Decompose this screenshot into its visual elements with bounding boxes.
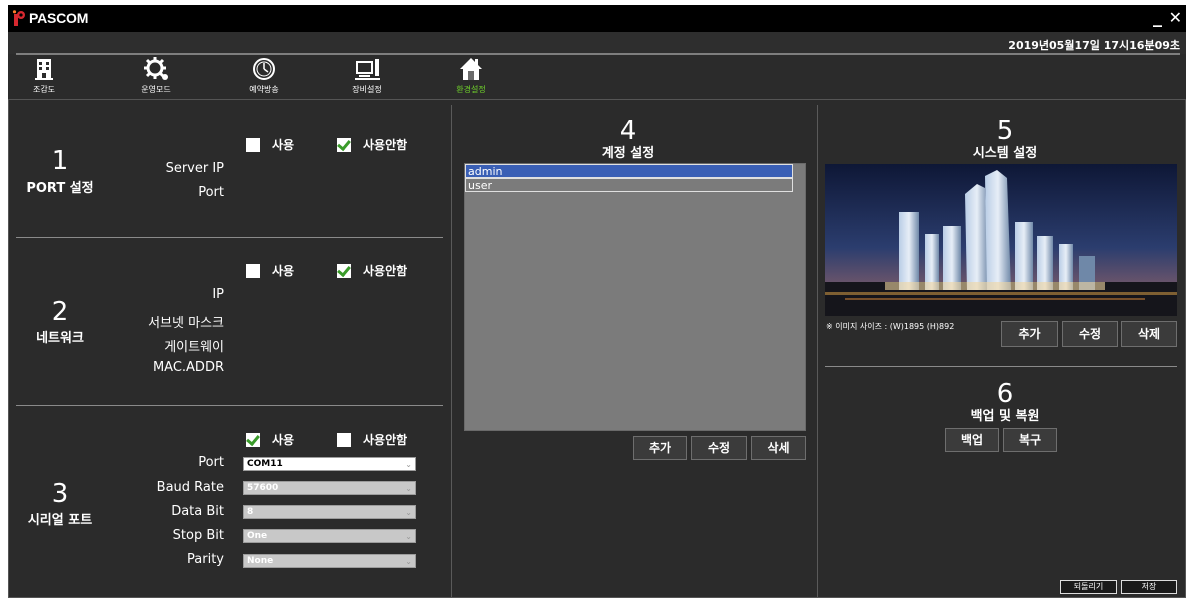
restore-button[interactable]: 복구	[1003, 428, 1057, 452]
gear-icon	[144, 57, 168, 80]
port-select[interactable]: COM11 ⌄	[243, 457, 416, 471]
select-value: COM11	[247, 459, 283, 469]
select-value: One	[247, 531, 268, 541]
select-value: None	[247, 556, 274, 566]
checkbox-label: 사용안함	[363, 138, 408, 152]
section-divider	[16, 237, 443, 238]
minimize-button[interactable]: _	[1153, 7, 1162, 28]
field-label: IP	[212, 287, 224, 302]
checkbox-label: 사용	[272, 138, 295, 152]
home-icon	[460, 58, 482, 80]
chevron-down-icon: ⌄	[405, 508, 412, 517]
current-datetime: 2019년05월17일 17시16분09초	[1008, 39, 1180, 52]
field-label: 서브넷 마스크	[148, 316, 224, 331]
chevron-down-icon: ⌄	[405, 484, 412, 493]
chevron-down-icon: ⌄	[405, 532, 412, 541]
network-nouse-checkbox[interactable]	[337, 264, 351, 278]
section-divider	[825, 366, 1177, 367]
nav-item-device-settings[interactable]: 장비설정	[332, 56, 402, 95]
field-label: Parity	[187, 552, 224, 567]
close-button[interactable]: ✕	[1169, 8, 1182, 27]
clock-icon	[253, 58, 275, 80]
serial-nouse-checkbox[interactable]	[337, 433, 351, 447]
save-button[interactable]: 저장	[1121, 580, 1177, 594]
port-nouse-checkbox[interactable]	[337, 138, 351, 152]
serial-use-checkbox[interactable]	[246, 433, 260, 447]
data-bit-select[interactable]: 8 ⌄	[243, 505, 416, 519]
chevron-down-icon: ⌄	[405, 460, 412, 469]
field-label: Baud Rate	[156, 480, 224, 495]
monitor-icon	[355, 59, 380, 80]
nav-item-operation-mode[interactable]: 운영모드	[121, 56, 191, 95]
select-value: 8	[247, 507, 254, 517]
date-bar: 2019년05월17일 17시16분09초	[8, 32, 1186, 54]
network-use-checkbox[interactable]	[246, 264, 260, 278]
system-edit-button[interactable]: 수정	[1062, 321, 1118, 347]
nav-label: 조감도	[32, 85, 56, 94]
image-size-note: ※ 이미지 사이즈 : (W)1895 (H)892	[826, 322, 955, 331]
section-title: 백업 및 복원	[970, 409, 1040, 424]
field-label: Stop Bit	[172, 528, 224, 543]
field-label: MAC.ADDR	[152, 360, 224, 375]
checkbox-label: 사용안함	[363, 264, 408, 278]
account-row-user[interactable]: user	[465, 178, 793, 192]
nav-item-environment-settings[interactable]: 환경설정	[436, 56, 506, 95]
port-use-checkbox[interactable]	[246, 138, 260, 152]
account-row-admin[interactable]: admin	[465, 164, 793, 178]
nav-label: 예약방송	[249, 85, 279, 94]
section-title: PORT 설정	[26, 181, 94, 196]
select-value: 57600	[247, 483, 279, 493]
section-number: 2	[51, 297, 69, 327]
checkbox-label: 사용안함	[363, 433, 408, 447]
logo-text: PASCOM	[29, 10, 89, 26]
nav-label: 환경설정	[456, 85, 486, 94]
checkbox-label: 사용	[272, 264, 295, 278]
title-bar: PASCOM _ ✕	[8, 5, 1186, 32]
section-title: 네트워크	[36, 331, 84, 346]
logo-mark-icon	[12, 10, 25, 26]
app-window: PASCOM _ ✕ 2019년05월17일 17시16분09초 조감도 운영모…	[8, 5, 1186, 598]
account-add-button[interactable]: 추가	[633, 436, 687, 460]
chevron-down-icon: ⌄	[405, 557, 412, 566]
nav-label: 장비설정	[352, 85, 382, 94]
parity-select[interactable]: None ⌄	[243, 554, 416, 568]
main-nav: 조감도 운영모드 예약방송 장비설정 환경설정	[8, 56, 1186, 98]
baud-rate-select[interactable]: 57600 ⌄	[243, 481, 416, 495]
section-divider	[16, 405, 443, 406]
section-title: 시리얼 포트	[27, 513, 93, 528]
stop-bit-select[interactable]: One ⌄	[243, 529, 416, 543]
field-label: Server IP	[165, 161, 224, 176]
pascom-logo: PASCOM	[12, 9, 88, 27]
field-label: Port	[198, 185, 224, 200]
account-edit-button[interactable]: 수정	[691, 436, 747, 460]
field-label: Data Bit	[171, 504, 224, 519]
system-add-button[interactable]: 추가	[1001, 321, 1058, 347]
column-divider-1	[451, 105, 452, 597]
section-title: 시스템 설정	[972, 146, 1038, 161]
section-number: 1	[51, 146, 69, 176]
section-title: 계정 설정	[601, 146, 655, 161]
account-delete-button[interactable]: 삭세	[751, 436, 806, 460]
checkbox-label: 사용	[272, 433, 295, 447]
building-icon	[35, 59, 53, 80]
account-list[interactable]: admin user	[464, 163, 806, 431]
backup-button[interactable]: 백업	[945, 428, 999, 452]
revert-button[interactable]: 되돌리기	[1060, 580, 1117, 594]
nav-label: 운영모드	[141, 85, 171, 94]
nav-item-scheduled-broadcast[interactable]: 예약방송	[229, 56, 299, 95]
toolbar-divider	[16, 53, 1180, 55]
nav-item-birdseye[interactable]: 조감도	[9, 56, 79, 95]
column-divider-2	[817, 105, 818, 597]
field-label: 게이트웨이	[164, 340, 224, 355]
system-background-image	[825, 164, 1177, 316]
system-delete-button[interactable]: 삭제	[1121, 321, 1177, 347]
section-number: 3	[51, 479, 69, 509]
field-label: Port	[198, 455, 224, 470]
